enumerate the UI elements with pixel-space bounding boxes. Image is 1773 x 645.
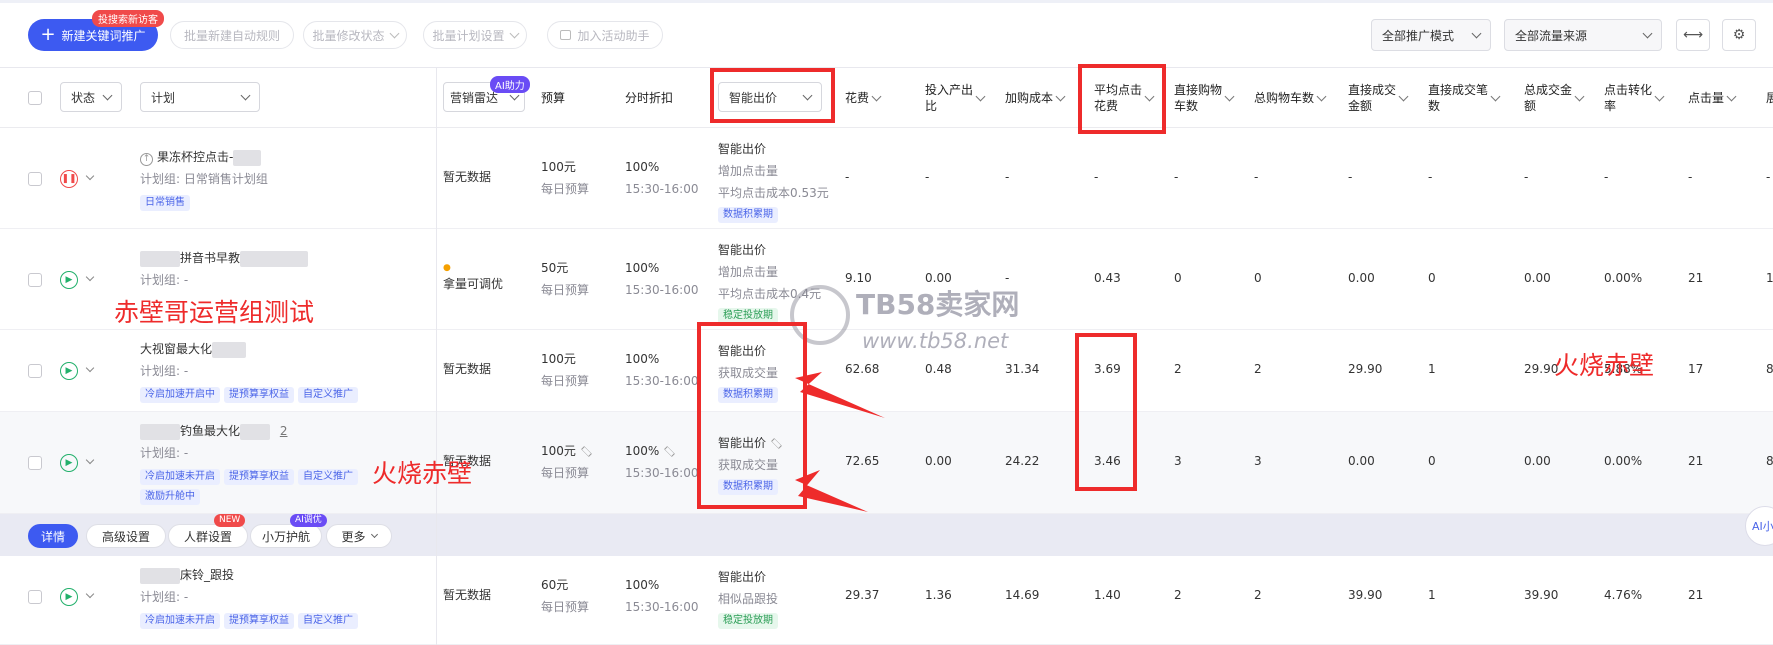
annotation-arrow-upper: [795, 372, 885, 418]
annotation-arrows: [795, 372, 885, 512]
annotation-arrow-lower: [795, 470, 868, 512]
